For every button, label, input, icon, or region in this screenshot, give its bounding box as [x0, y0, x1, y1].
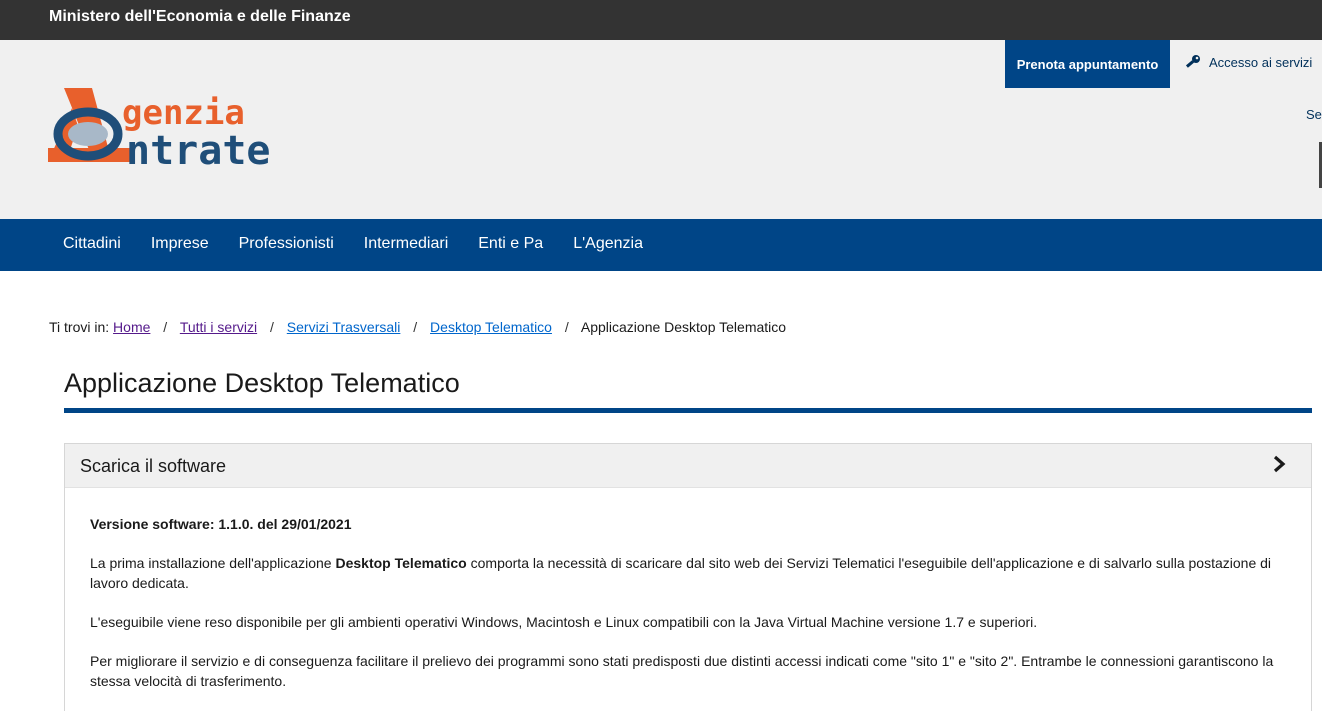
accordion-header[interactable]: Scarica il software — [65, 444, 1311, 488]
breadcrumb-separator: / — [564, 319, 569, 335]
breadcrumb: Ti trovi in: Home / Tutti i servizi / Se… — [49, 319, 786, 335]
ministry-bar: Ministero dell'Economia e delle Finanze — [0, 0, 1322, 40]
paragraph-ambienti: L'eseguibile viene reso disponibile per … — [90, 614, 1038, 630]
logo-text-line1: genzia — [122, 93, 245, 133]
key-icon — [1185, 55, 1200, 68]
title-divider — [64, 408, 1312, 413]
breadcrumb-current: Applicazione Desktop Telematico — [580, 319, 787, 335]
logo-text-line2: ntrate — [126, 128, 271, 170]
nav-item-agenzia[interactable]: L'Agenzia — [558, 219, 658, 271]
nav-item-cittadini[interactable]: Cittadini — [48, 219, 136, 271]
prenota-label: Prenota appuntamento — [1016, 56, 1159, 72]
breadcrumb-separator: / — [163, 319, 168, 335]
software-version: Versione software: 1.1.0. del 29/01/2021 — [90, 516, 352, 532]
ministry-name: Ministero dell'Economia e delle Finanze — [49, 8, 351, 25]
paragraph-installazione: La prima installazione dell'applicazione… — [90, 553, 1286, 593]
agenzia-entrate-logo[interactable]: genzia ntrate — [46, 86, 308, 170]
breadcrumb-link-tutti-servizi[interactable]: Tutti i servizi — [180, 319, 257, 335]
accordion-content: Versione software: 1.1.0. del 29/01/2021… — [65, 488, 1311, 691]
nav-item-intermediari[interactable]: Intermediari — [349, 219, 463, 271]
main-navigation: Cittadini Imprese Professionisti Interme… — [0, 219, 1322, 271]
nav-item-professionisti[interactable]: Professionisti — [224, 219, 349, 271]
breadcrumb-prefix: Ti trovi in: — [49, 319, 110, 335]
accesso-servizi-link[interactable]: Accesso ai servizi — [1185, 54, 1312, 70]
paragraph-accessi: Per migliorare il servizio e di consegue… — [90, 653, 1274, 689]
paragraph-text: La prima installazione dell'applicazione — [90, 555, 336, 571]
breadcrumb-link-servizi-trasversali[interactable]: Servizi Trasversali — [287, 319, 401, 335]
nav-item-enti-pa[interactable]: Enti e Pa — [463, 219, 558, 271]
breadcrumb-link-desktop-telematico[interactable]: Desktop Telematico — [430, 319, 552, 335]
download-accordion: Scarica il software Versione software: 1… — [64, 443, 1312, 711]
site-header: genzia ntrate Prenota appuntamento Acces… — [0, 40, 1322, 219]
truncated-link[interactable]: Seg — [1306, 107, 1322, 122]
app-name-bold: Desktop Telematico — [335, 555, 467, 571]
page-title: Applicazione Desktop Telematico — [64, 368, 460, 398]
accesso-label: Accesso ai servizi — [1209, 54, 1313, 70]
breadcrumb-link-home[interactable]: Home — [113, 319, 150, 335]
nav-item-imprese[interactable]: Imprese — [136, 219, 224, 271]
breadcrumb-separator: / — [413, 319, 418, 335]
breadcrumb-separator: / — [270, 319, 274, 335]
accordion-title: Scarica il software — [80, 456, 227, 476]
prenota-appuntamento-button[interactable]: Prenota appuntamento — [1005, 40, 1170, 88]
chevron-right-icon[interactable] — [1269, 454, 1289, 474]
